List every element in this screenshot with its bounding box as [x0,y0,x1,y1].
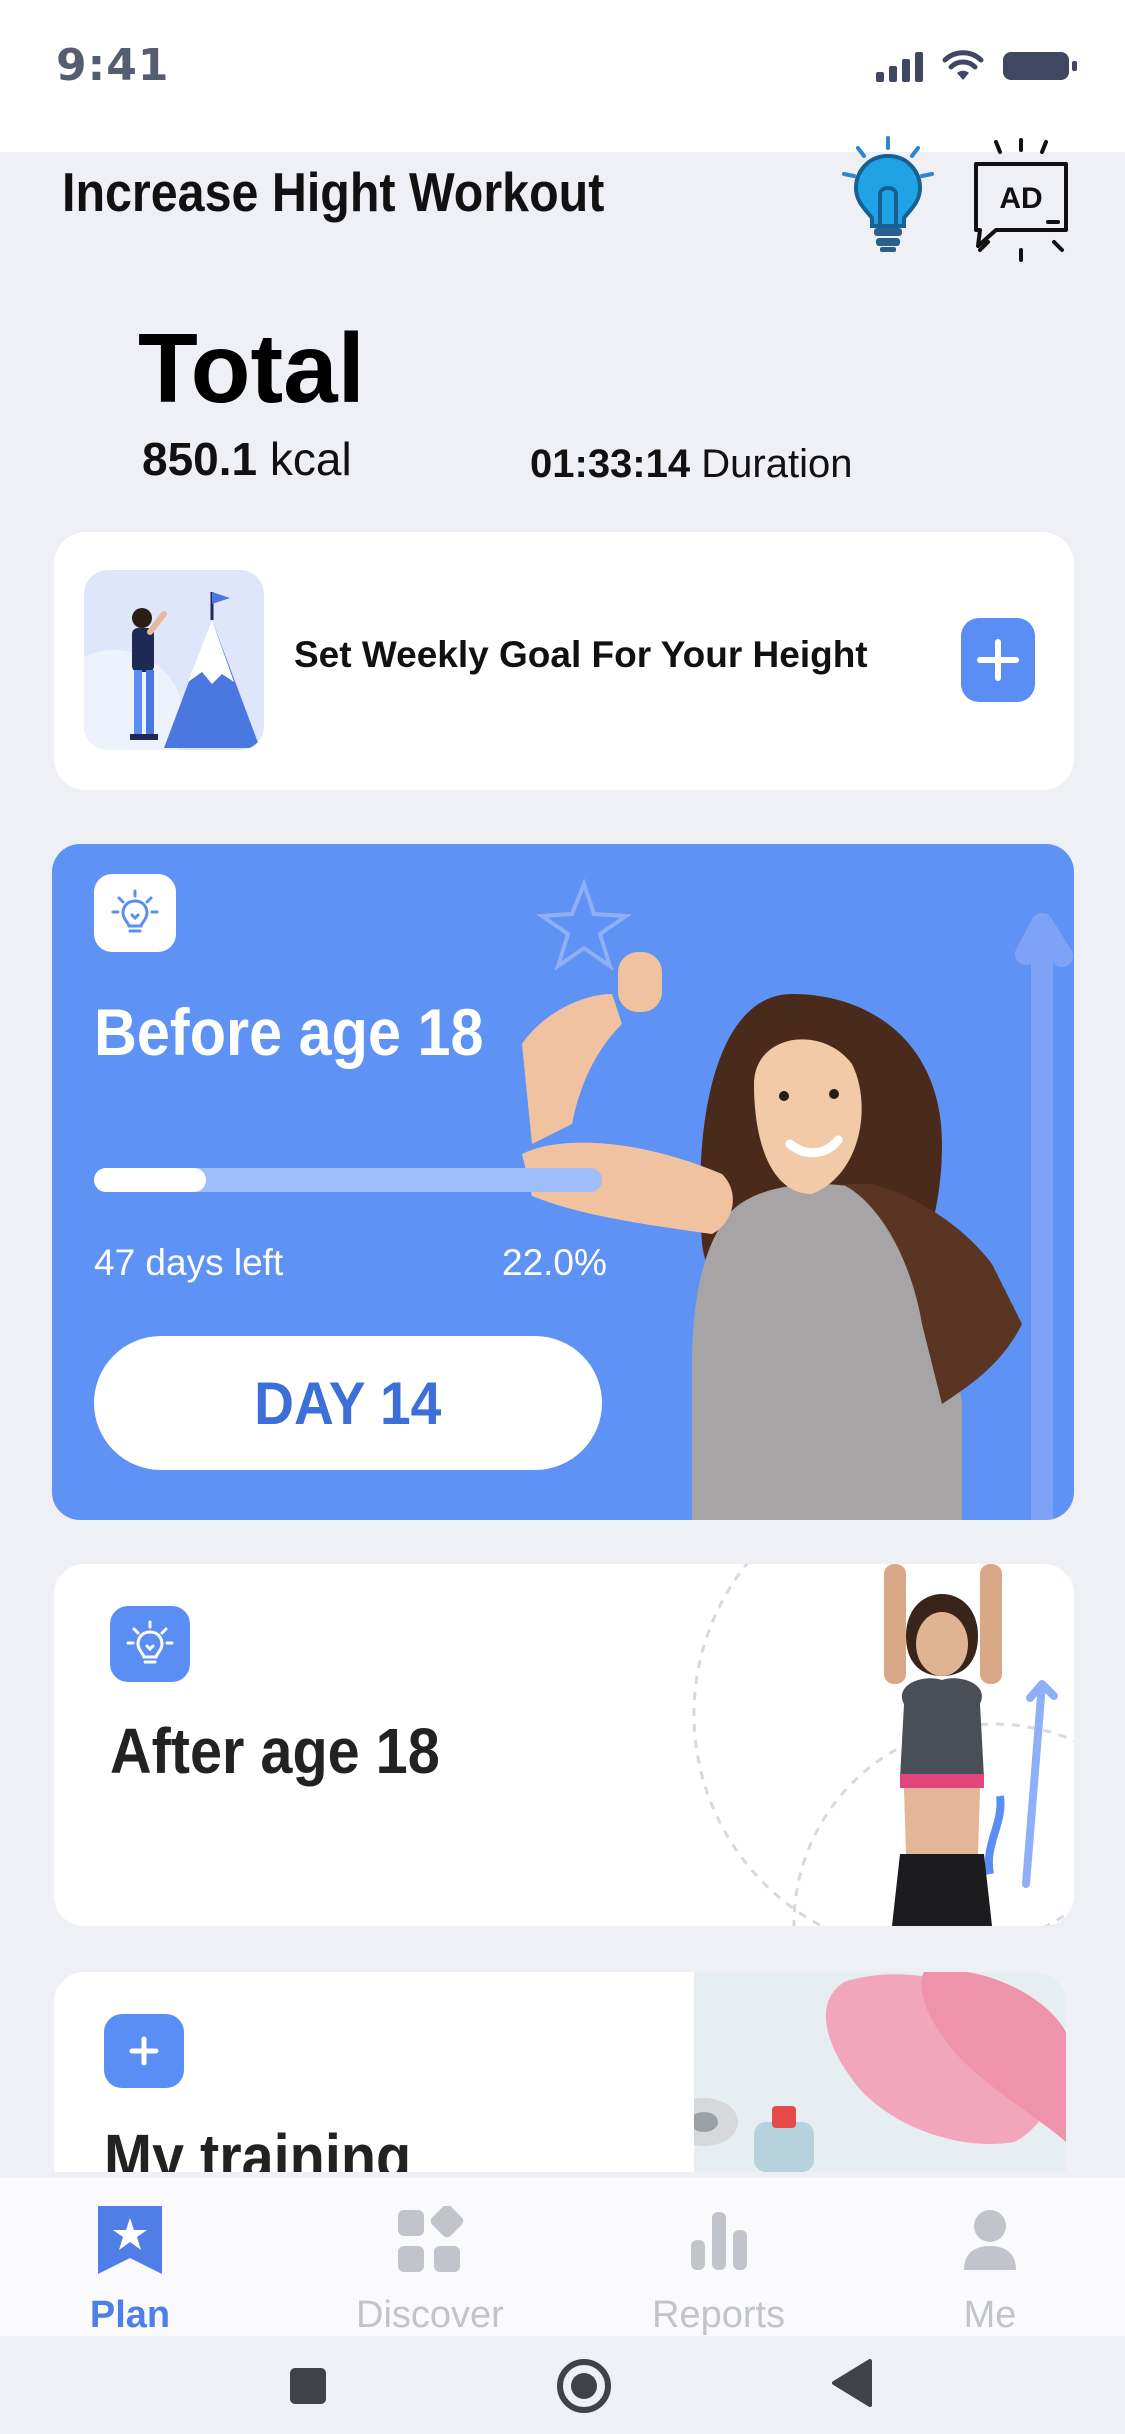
before-age-18-title: Before age 18 [94,995,484,1069]
duration-summary: 01:33:14 Duration [530,442,852,487]
my-training-title: My training [104,2121,412,2172]
add-goal-button[interactable] [961,618,1035,702]
system-navigation-bar [0,2336,1125,2434]
app-title: Increase Hight Workout [62,161,605,223]
ad-icon: AD [974,138,1068,262]
back-button[interactable] [830,2358,874,2413]
lightbulb-icon [111,889,159,933]
woman-stretching-photo [692,1564,1074,1926]
ad-label: AD [999,182,1042,215]
nav-item-plan[interactable]: Plan [80,2192,180,2337]
bottom-navigation: Plan Discover Reports Me [0,2178,1125,2336]
nav-item-discover[interactable]: Discover [356,2192,504,2337]
plus-icon [977,639,1019,681]
duration-value: 01:33:14 [530,442,691,486]
back-triangle-icon [832,2359,872,2407]
my-training-card[interactable]: My training [54,1972,1066,2172]
signal-icon [876,50,923,82]
home-button[interactable] [556,2358,612,2419]
status-icons [876,50,1077,82]
nav-label-reports: Reports [652,2294,786,2336]
square-icon [290,2368,326,2404]
lightbulb-icon [126,1620,174,1664]
girl-cheering-photo [522,878,1073,1520]
before-age-18-card[interactable]: Before age 18 47 days left 22.0% DAY 14 [52,844,1074,1520]
nav-label-plan: Plan [89,2294,171,2336]
start-day-label: DAY 14 [254,1369,442,1437]
start-day-button[interactable]: DAY 14 [94,1336,602,1470]
after-age-18-title: After age 18 [110,1715,440,1787]
plan-progress-fill [94,1168,206,1192]
kcal-unit: kcal [269,433,352,485]
grid-icon [380,2192,480,2288]
circle-icon [557,2359,611,2413]
status-bar: 9:41 [0,0,1125,152]
days-left-label: 47 days left [94,1242,284,1283]
star-bookmark-icon [80,2192,180,2288]
nav-item-reports[interactable]: Reports [652,2192,785,2337]
recent-apps-button[interactable] [288,2366,328,2411]
battery-icon [1003,52,1077,80]
sneakers-photo [694,1972,1066,2172]
duration-label: Duration [701,442,853,486]
wifi-icon [942,50,984,80]
total-title: Total [138,313,365,423]
mountain-goal-illustration [84,570,264,750]
tips-button[interactable] [836,134,940,254]
progress-percent-label: 22.0% [502,1242,607,1283]
nav-label-discover: Discover [356,2294,504,2336]
after-age-18-card[interactable]: After age 18 [54,1564,1074,1926]
weekly-goal-card[interactable]: Set Weekly Goal For Your Height [54,532,1074,790]
nav-label-me: Me [963,2294,1017,2336]
remove-ads-button[interactable]: AD [966,138,1076,262]
nav-item-me[interactable]: Me [940,2192,1040,2337]
bar-chart-icon [669,2192,769,2288]
plan-progress-bar [94,1168,602,1192]
status-time: 9:41 [56,40,170,91]
kcal-value: 850.1 [142,433,258,485]
person-icon [940,2192,1040,2288]
add-training-badge[interactable] [104,2014,184,2088]
tips-badge [110,1606,190,1682]
lightbulb-icon [842,136,934,252]
plus-icon [129,2036,159,2066]
weekly-goal-text: Set Weekly Goal For Your Height [294,634,868,675]
kcal-summary: 850.1 kcal [142,432,352,486]
tips-badge [94,874,176,952]
